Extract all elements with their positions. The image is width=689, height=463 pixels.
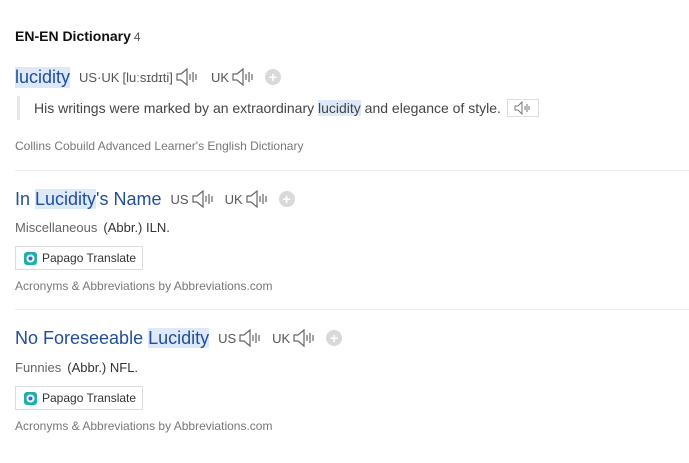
entry-no-foreseeable-lucidity: No Foreseeable Lucidity US UK +	[15, 325, 689, 351]
section-title-text: EN-EN Dictionary	[15, 28, 131, 44]
papago-translate-button[interactable]: Papago Translate	[15, 386, 143, 410]
headword-link[interactable]: No Foreseeable Lucidity	[15, 327, 210, 349]
headword-link[interactable]: lucidity	[15, 66, 71, 88]
plus-icon[interactable]: +	[278, 191, 295, 207]
papago-logo-icon	[24, 251, 37, 265]
headword-text: In	[15, 188, 36, 209]
entry-lucidity: lucidity US·UK [luːsɪdɪti] UK +	[15, 64, 689, 90]
abbr-text: (Abbr.) ILN.	[103, 220, 170, 235]
papago-translate-button[interactable]: Papago Translate	[15, 246, 143, 270]
headword-link[interactable]: In Lucidity's Name	[15, 188, 162, 210]
speaker-icon[interactable]	[191, 190, 217, 208]
divider	[15, 170, 689, 171]
pron-uk-label: UK	[272, 330, 291, 346]
pron-us-uk-label: US·UK	[79, 69, 120, 85]
source-text: Collins Cobuild Advanced Learner's Engli…	[15, 139, 304, 153]
pron-us-label: US	[218, 330, 237, 346]
papago-translate-label: Papago Translate	[42, 251, 137, 265]
plus-icon[interactable]: +	[326, 330, 343, 346]
abbr-text: (Abbr.) NFL.	[67, 360, 139, 375]
example-highlight: lucidity	[318, 100, 361, 116]
meaning-line: Funnies (Abbr.) NFL.	[15, 360, 138, 375]
category-label: Miscellaneous	[15, 220, 98, 235]
source-text: Acronyms & Abbreviations by Abbreviation…	[15, 279, 273, 293]
example-sentence: His writings were marked by an extraordi…	[17, 96, 539, 120]
ipa-text: [luːsɪdɪti]	[122, 69, 173, 85]
pron-uk-label: UK	[210, 69, 229, 85]
papago-logo-icon	[24, 391, 37, 405]
headword-text: No Foreseeable	[15, 327, 149, 348]
entry-in-lucidity-name: In Lucidity's Name US UK +	[15, 186, 689, 212]
source-text: Acronyms & Abbreviations by Abbreviation…	[15, 419, 273, 433]
speaker-icon[interactable]	[506, 99, 539, 117]
speaker-icon[interactable]	[245, 190, 271, 208]
headword-highlight: Lucidity	[35, 188, 97, 209]
plus-icon[interactable]: +	[265, 69, 281, 85]
category-label: Funnies	[15, 360, 62, 375]
example-text-before: His writings were marked by an extraordi…	[34, 100, 318, 116]
section-title: EN-EN Dictionary 4	[15, 28, 141, 44]
headword-text: 's Name	[96, 188, 162, 209]
section-count: 4	[133, 30, 141, 44]
speaker-icon[interactable]	[231, 68, 257, 86]
speaker-icon[interactable]	[292, 329, 318, 347]
speaker-icon[interactable]	[175, 68, 201, 86]
headword-highlight: Lucidity	[148, 327, 210, 348]
speaker-icon[interactable]	[238, 329, 264, 347]
divider	[15, 309, 689, 310]
dictionary-panel: EN-EN Dictionary 4 lucidity US·UK [luːsɪd…	[0, 0, 689, 463]
meaning-line: Miscellaneous (Abbr.) ILN.	[15, 220, 170, 235]
papago-translate-label: Papago Translate	[42, 391, 137, 405]
example-text-after: and elegance of style.	[360, 100, 501, 116]
pron-uk-label: UK	[224, 191, 243, 207]
pron-us-label: US	[170, 191, 189, 207]
